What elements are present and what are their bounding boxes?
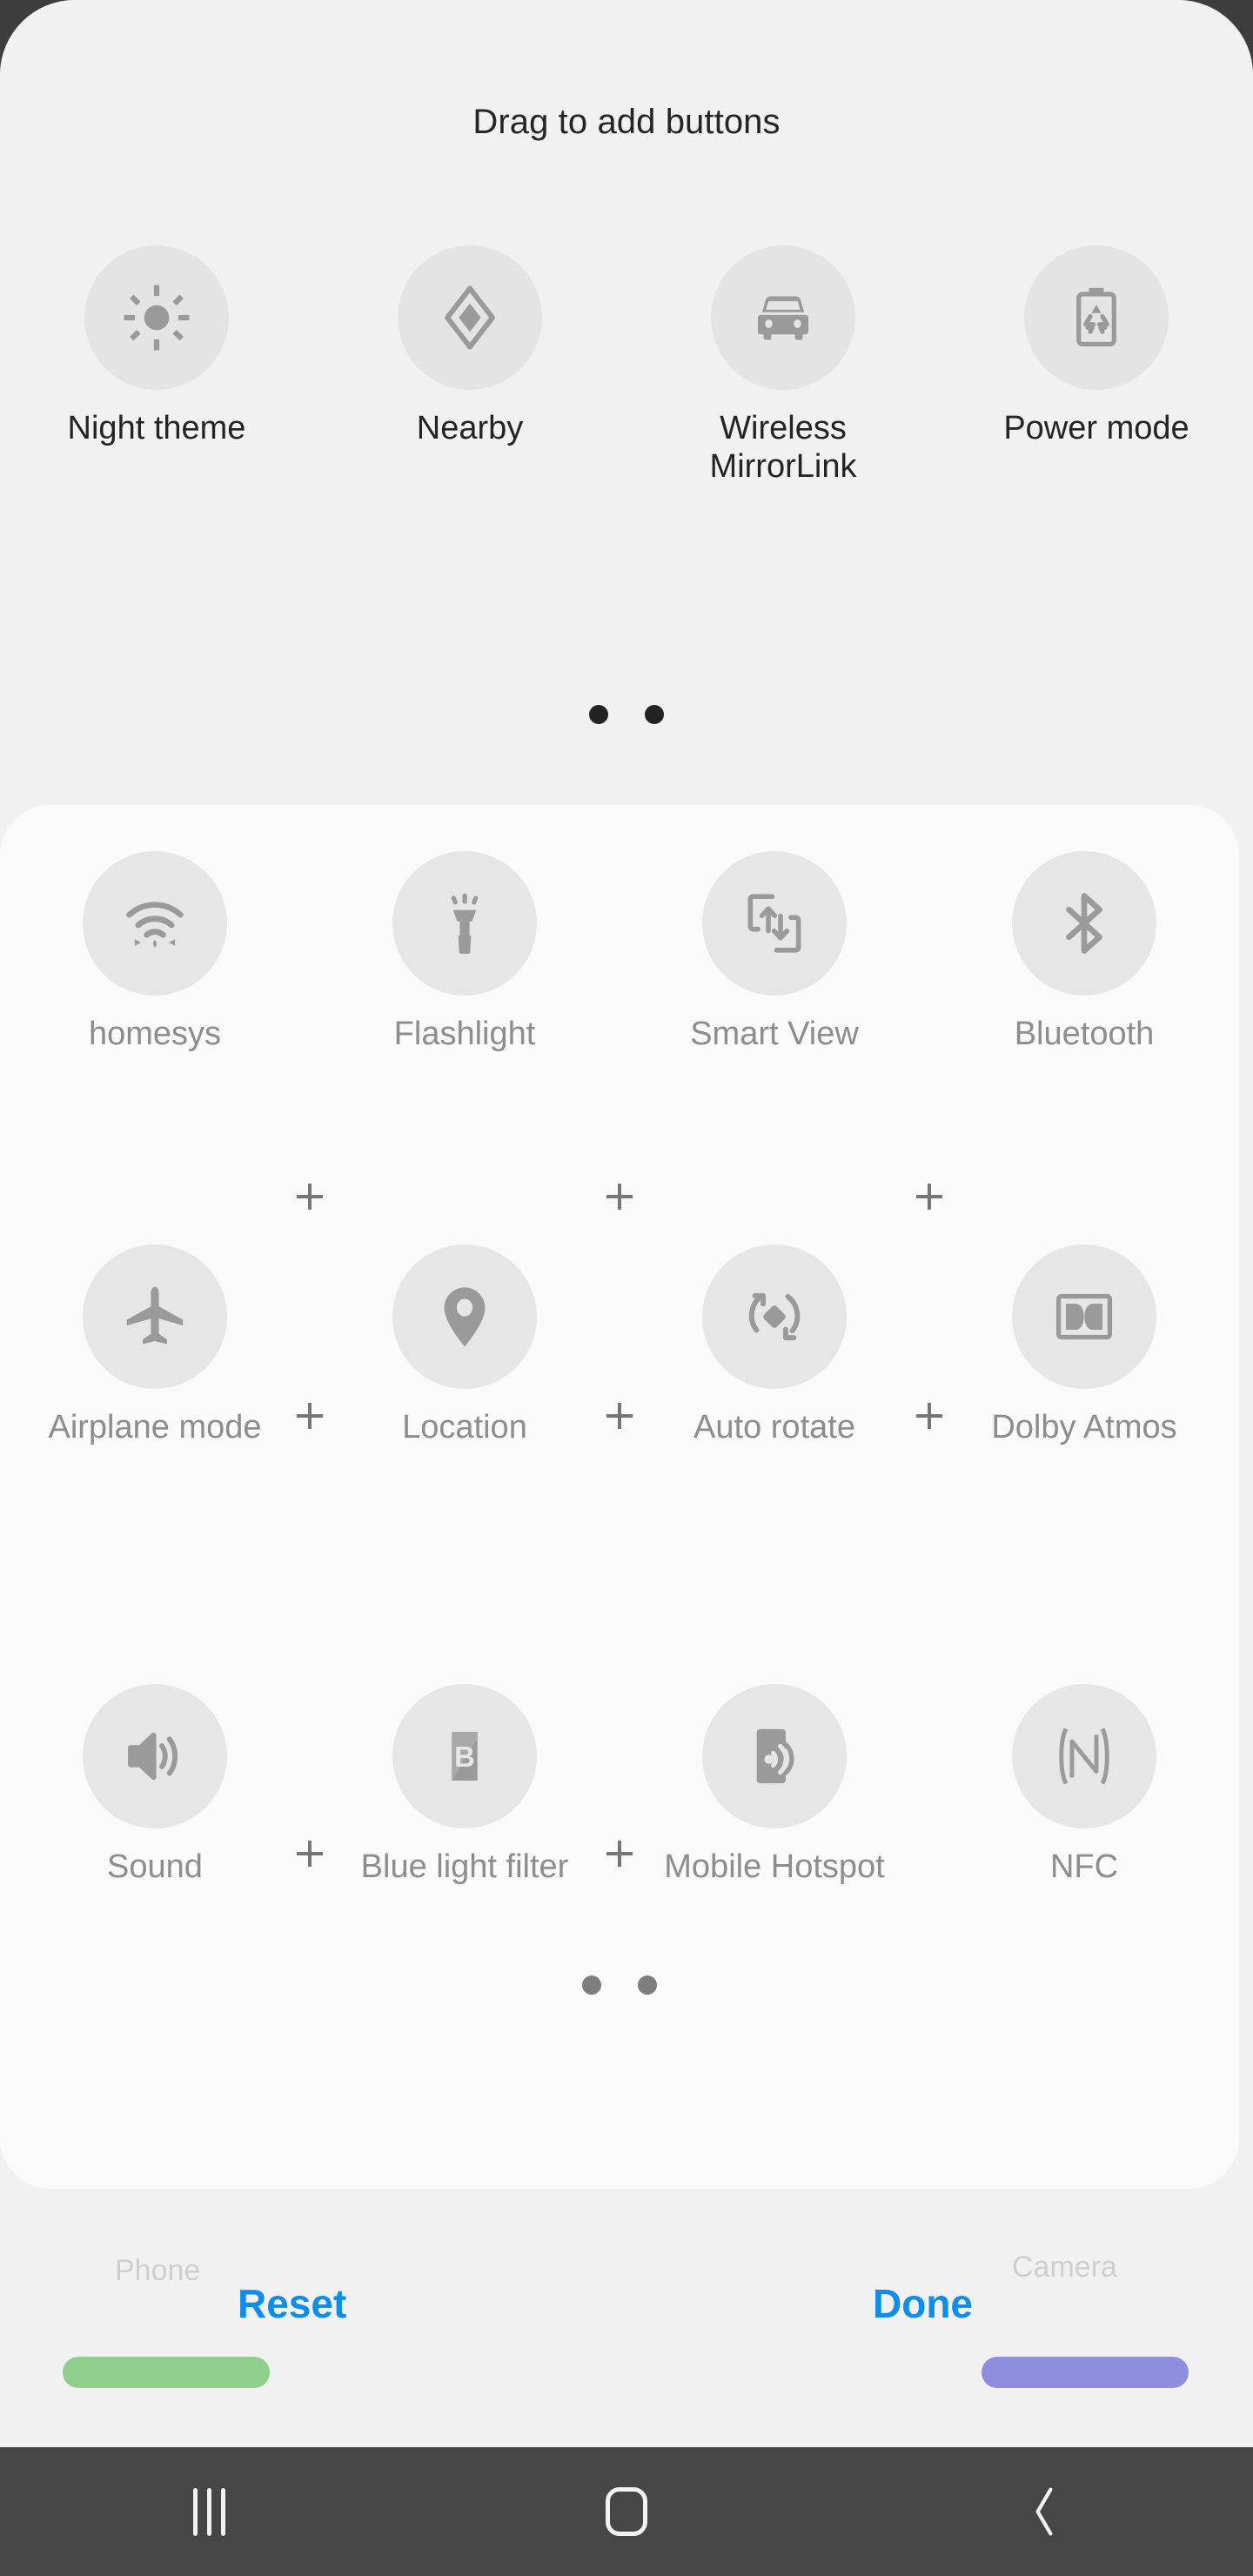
tile-label: homesys <box>88 1016 222 1052</box>
nearby-share-diamond-icon <box>398 245 542 390</box>
page-dot-2[interactable] <box>638 1976 657 1995</box>
wifi-icon <box>83 851 227 996</box>
tile-label: Blue light filter <box>360 1848 569 1885</box>
camera-shortcut-pill[interactable] <box>982 2357 1189 2388</box>
active-panel-page-dots[interactable] <box>0 1976 1239 1995</box>
quick-settings-editor: Drag to add buttons Night theme Nearby W… <box>0 0 1253 2447</box>
blue-light-filter-icon: B <box>392 1684 537 1828</box>
back-chevron-icon <box>1035 2487 1053 2536</box>
dolby-atmos-icon <box>1012 1244 1156 1389</box>
reset-button[interactable]: Reset <box>238 2280 346 2327</box>
phone-shortcut-label: Phone <box>115 2254 201 2287</box>
active-buttons-panel: homesys Flashlight Smart View Bluetooth … <box>0 805 1239 2189</box>
tile-label: Nearby <box>416 410 524 446</box>
tile-label: Dolby Atmos <box>991 1409 1177 1446</box>
plus-icon[interactable] <box>606 1841 633 1867</box>
plus-icon[interactable] <box>297 1841 323 1867</box>
phone-shortcut-pill[interactable] <box>63 2357 270 2388</box>
tile-label: Night theme <box>67 410 246 446</box>
plus-icon[interactable] <box>297 1403 323 1429</box>
smart-view-icon <box>702 851 847 996</box>
plus-icon[interactable] <box>916 1184 942 1210</box>
active-tiles-row-1: homesys Flashlight Smart View Bluetooth <box>0 851 1239 1053</box>
plus-icon[interactable] <box>297 1184 323 1210</box>
tile-auto-rotate[interactable]: Auto rotate <box>620 1244 929 1446</box>
available-buttons-panel: Drag to add buttons Night theme Nearby W… <box>0 0 1253 805</box>
bluetooth-icon <box>1012 851 1156 996</box>
recents-button[interactable] <box>0 2487 418 2536</box>
tile-bluetooth[interactable]: Bluetooth <box>929 851 1239 1053</box>
auto-rotate-icon <box>702 1244 847 1389</box>
page-title: Drag to add buttons <box>472 103 781 141</box>
navigation-bar <box>0 2447 1253 2576</box>
tile-wireless-mirrorlink[interactable]: Wireless MirrorLink <box>626 245 940 486</box>
car-icon <box>711 245 855 390</box>
page-dot-1[interactable] <box>589 705 608 724</box>
tile-smart-view[interactable]: Smart View <box>620 851 929 1053</box>
flashlight-icon <box>392 851 537 996</box>
nfc-icon <box>1012 1684 1156 1828</box>
tile-label: Sound <box>107 1848 203 1885</box>
tile-label: Smart View <box>690 1016 859 1052</box>
tile-label: Mobile Hotspot <box>664 1848 885 1885</box>
tile-label: Flashlight <box>393 1016 536 1052</box>
tile-nearby[interactable]: Nearby <box>313 245 626 486</box>
tile-dolby-atmos[interactable]: Dolby Atmos <box>929 1244 1239 1446</box>
svg-text:B: B <box>454 1741 475 1773</box>
tile-homesys[interactable]: homesys <box>0 851 310 1053</box>
brightness-sun-icon <box>84 245 229 390</box>
home-icon <box>606 2487 647 2536</box>
tile-mobile-hotspot[interactable]: Mobile Hotspot <box>620 1684 929 1886</box>
tile-night-theme[interactable]: Night theme <box>0 245 313 486</box>
tile-label: NFC <box>1049 1848 1119 1885</box>
tile-nfc[interactable]: NFC <box>929 1684 1239 1886</box>
available-panel-page-dots[interactable] <box>0 705 1253 724</box>
tile-label: Auto rotate <box>694 1409 855 1446</box>
available-tiles-grid: Night theme Nearby Wireless MirrorLink P… <box>0 245 1253 486</box>
camera-shortcut-label: Camera <box>1012 2251 1117 2284</box>
plus-icon[interactable] <box>916 1403 942 1429</box>
battery-recycle-icon <box>1024 245 1169 390</box>
tile-label: Wireless MirrorLink <box>709 410 857 485</box>
tile-blue-light-filter[interactable]: B Blue light filter <box>310 1684 620 1886</box>
tile-label: Location <box>402 1409 527 1446</box>
recents-icon <box>192 2487 225 2536</box>
home-button[interactable] <box>418 2487 835 2536</box>
tile-airplane-mode[interactable]: Airplane mode <box>0 1244 310 1446</box>
tile-power-mode[interactable]: Power mode <box>940 245 1253 486</box>
tile-label: Power mode <box>1003 410 1189 446</box>
tile-label: Airplane mode <box>48 1409 262 1446</box>
tile-label: Bluetooth <box>1014 1016 1155 1052</box>
back-button[interactable] <box>835 2480 1253 2543</box>
page-dot-1[interactable] <box>582 1976 601 1995</box>
tile-sound[interactable]: Sound <box>0 1684 310 1886</box>
tile-flashlight[interactable]: Flashlight <box>310 851 620 1053</box>
page-dot-2[interactable] <box>645 705 664 724</box>
mobile-hotspot-icon <box>702 1684 847 1828</box>
done-button[interactable]: Done <box>873 2280 973 2327</box>
airplane-icon <box>83 1244 227 1389</box>
location-pin-icon <box>392 1244 537 1389</box>
action-bar <box>0 2189 1253 2447</box>
plus-icon[interactable] <box>606 1403 633 1429</box>
tile-location[interactable]: Location <box>310 1244 620 1446</box>
sound-speaker-icon <box>83 1684 227 1828</box>
phone-screen: Drag to add buttons Night theme Nearby W… <box>0 0 1253 2576</box>
plus-icon[interactable] <box>606 1184 633 1210</box>
